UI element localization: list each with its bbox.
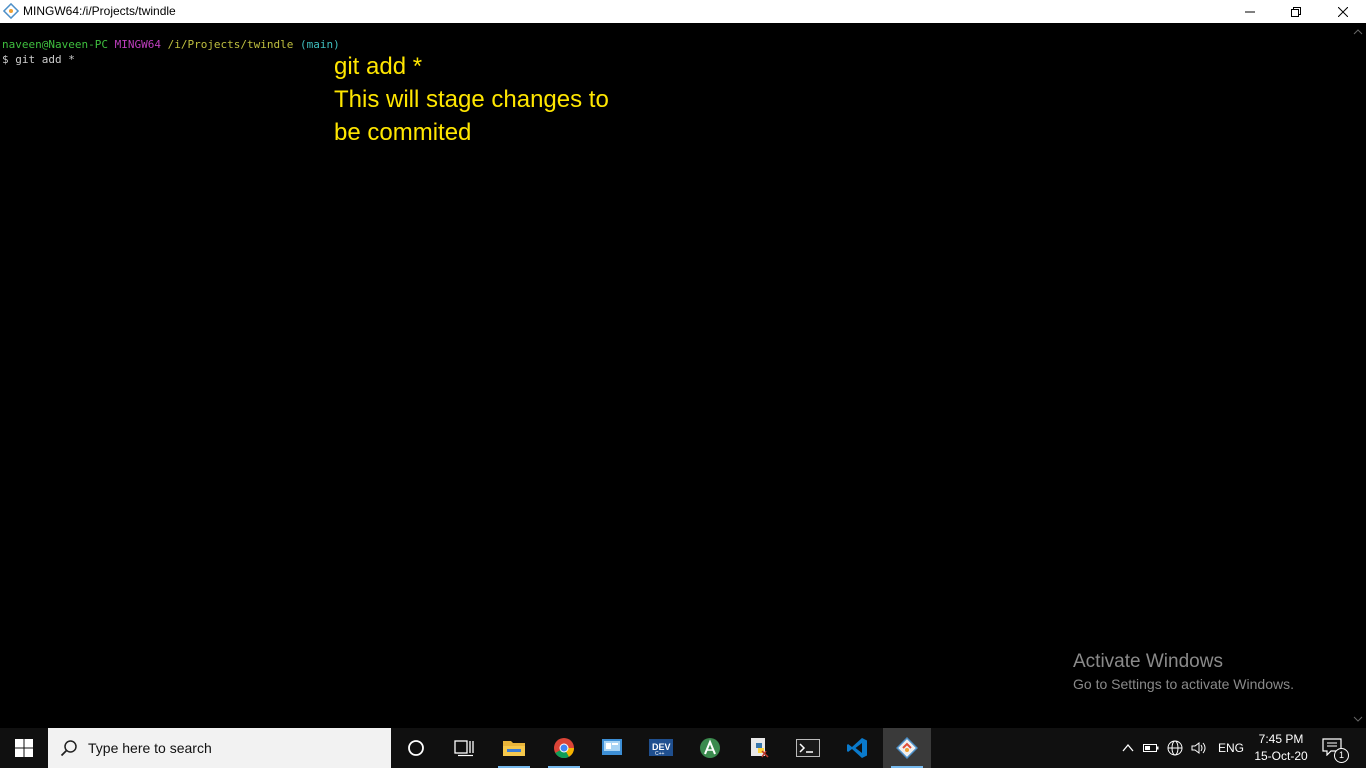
minimize-icon bbox=[1245, 11, 1255, 12]
vscode-button[interactable] bbox=[833, 728, 881, 768]
activate-windows-watermark: Activate Windows Go to Settings to activ… bbox=[1073, 651, 1294, 695]
file-explorer-icon bbox=[503, 741, 525, 756]
android-studio-button[interactable] bbox=[686, 728, 734, 768]
battery-icon bbox=[1143, 744, 1159, 752]
volume-button[interactable] bbox=[1191, 740, 1207, 756]
window-title: MINGW64:/i/Projects/twindle bbox=[23, 4, 176, 18]
vertical-scrollbar[interactable] bbox=[1350, 23, 1366, 728]
chrome-button[interactable] bbox=[540, 728, 588, 768]
dev-cpp-icon: DEV C++ bbox=[649, 739, 673, 757]
restore-icon bbox=[1291, 6, 1301, 17]
speaker-volume-icon bbox=[1191, 742, 1206, 754]
activate-subtitle: Go to Settings to activate Windows. bbox=[1073, 676, 1294, 692]
file-explorer-button[interactable] bbox=[490, 728, 538, 768]
prompt-path: /i/Projects/twindle bbox=[167, 38, 294, 51]
annotation-text: git add * This will stage changes to be … bbox=[334, 50, 609, 149]
command-line: $ git add * bbox=[2, 53, 75, 66]
activate-title: Activate Windows bbox=[1073, 651, 1223, 672]
control-panel-icon bbox=[602, 739, 622, 755]
scroll-up-arrow-icon[interactable] bbox=[1353, 27, 1363, 37]
action-center-button[interactable]: 1 bbox=[1322, 738, 1349, 763]
close-button[interactable] bbox=[1320, 0, 1366, 23]
restore-button[interactable] bbox=[1273, 0, 1319, 23]
scroll-down-arrow-icon[interactable] bbox=[1353, 714, 1363, 724]
windows-logo-icon bbox=[15, 739, 33, 757]
close-icon bbox=[1338, 6, 1348, 17]
task-view-button[interactable] bbox=[440, 728, 488, 768]
vscode-icon bbox=[847, 738, 867, 758]
git-bash-button[interactable] bbox=[883, 728, 931, 768]
cortana-icon bbox=[408, 740, 424, 756]
dev-cpp-button[interactable]: DEV C++ bbox=[637, 728, 685, 768]
python-icon bbox=[751, 738, 769, 758]
minimize-button[interactable] bbox=[1227, 0, 1273, 23]
notification-count-badge: 1 bbox=[1334, 748, 1349, 763]
clock-time: 7:45 PM bbox=[1258, 732, 1304, 746]
taskbar-search-box[interactable]: Type here to search bbox=[48, 728, 391, 768]
network-button[interactable] bbox=[1167, 740, 1183, 756]
input-language-indicator[interactable]: ENG bbox=[1218, 741, 1244, 755]
battery-button[interactable] bbox=[1143, 740, 1159, 756]
android-studio-icon bbox=[700, 738, 720, 758]
clock[interactable]: 7:45 PM 15-Oct-20 bbox=[1252, 731, 1310, 765]
cortana-button[interactable] bbox=[392, 728, 440, 768]
prompt-line: naveen@Naveen-PC MINGW64 /i/Projects/twi… bbox=[2, 37, 340, 52]
annotation-line: git add * bbox=[334, 53, 423, 80]
git-bash-app-icon bbox=[3, 3, 19, 19]
prompt-system: MINGW64 bbox=[114, 38, 161, 51]
clock-date: 15-Oct-20 bbox=[1254, 749, 1308, 763]
show-hidden-icons-button[interactable] bbox=[1120, 740, 1136, 756]
search-placeholder: Type here to search bbox=[88, 740, 212, 756]
control-panel-button[interactable] bbox=[588, 728, 636, 768]
chrome-icon bbox=[554, 738, 575, 759]
taskbar: Type here to search DEV C++ ENG 7:45 PM … bbox=[0, 728, 1366, 768]
prompt-user-host: naveen@Naveen-PC bbox=[2, 38, 108, 51]
search-icon bbox=[60, 740, 77, 757]
python-button[interactable] bbox=[735, 728, 783, 768]
start-button[interactable] bbox=[0, 728, 48, 768]
terminal-icon bbox=[796, 739, 820, 757]
terminal-button[interactable] bbox=[784, 728, 832, 768]
task-view-icon bbox=[454, 740, 474, 757]
git-bash-icon bbox=[896, 737, 918, 759]
globe-network-icon bbox=[1167, 740, 1183, 756]
annotation-line: be commited bbox=[334, 119, 472, 146]
svg-text:C++: C++ bbox=[655, 751, 665, 757]
terminal-area[interactable]: naveen@Naveen-PC MINGW64 /i/Projects/twi… bbox=[0, 23, 1350, 728]
chevron-up-icon bbox=[1122, 743, 1134, 752]
window-title-bar[interactable]: MINGW64:/i/Projects/twindle bbox=[0, 0, 1366, 23]
annotation-line: This will stage changes to bbox=[334, 86, 609, 113]
